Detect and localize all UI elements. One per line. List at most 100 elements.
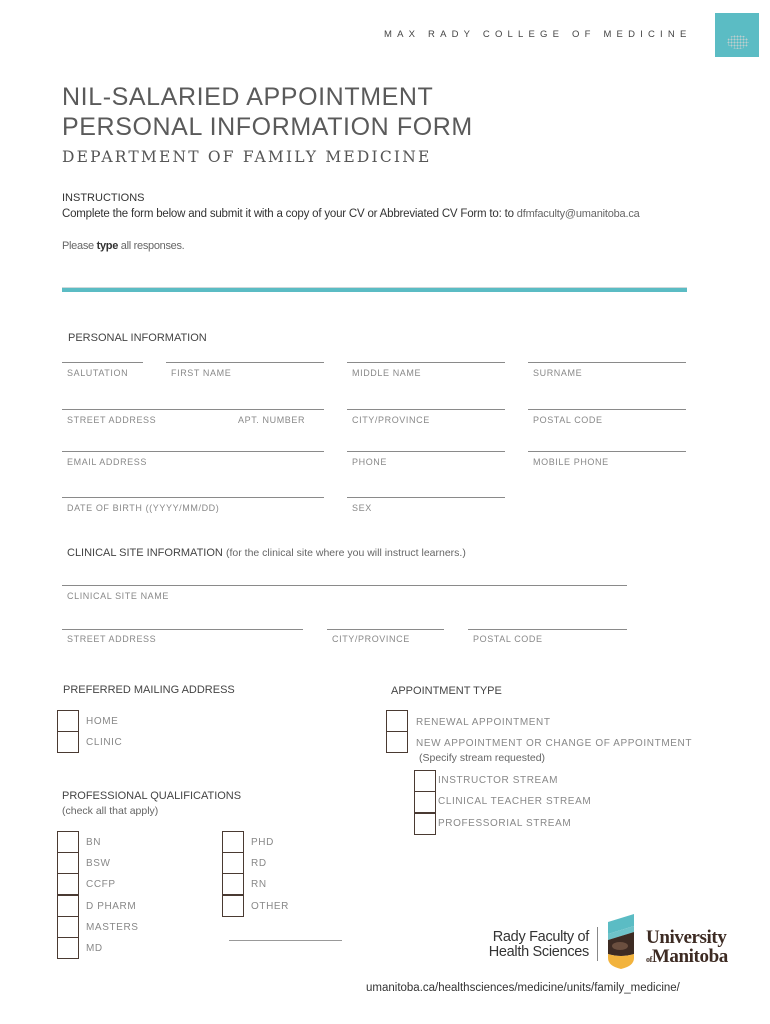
clinical-teacher-stream-label: CLINICAL TEACHER STREAM xyxy=(438,796,592,807)
bn-label: BN xyxy=(86,837,102,848)
qualifications-note: (check all that apply) xyxy=(62,805,159,817)
middle-name-field[interactable] xyxy=(347,362,505,363)
footer-url-link[interactable]: umanitoba.ca/healthsciences/medicine/uni… xyxy=(366,982,680,994)
clinic-checkbox[interactable] xyxy=(57,731,79,753)
postal-code-label: POSTAL CODE xyxy=(533,415,603,425)
appointment-type-heading: APPOINTMENT TYPE xyxy=(391,685,502,697)
d-pharm-label: D PHARM xyxy=(86,901,137,912)
bn-checkbox[interactable] xyxy=(57,831,79,853)
page-title: NIL-SALARIED APPOINTMENT PERSONAL INFORM… xyxy=(62,82,473,142)
personal-info-heading: PERSONAL INFORMATION xyxy=(68,332,207,344)
salutation-field[interactable] xyxy=(62,362,143,363)
clinic-street-address-field[interactable] xyxy=(62,629,303,630)
professorial-stream-checkbox[interactable] xyxy=(414,813,436,835)
ccfp-checkbox[interactable] xyxy=(57,873,79,895)
type-instruction: Please type all responses. xyxy=(62,240,185,252)
apt-number-label: APT. NUMBER xyxy=(238,415,306,425)
type-instruction-prefix: Please xyxy=(62,240,97,252)
email-field[interactable] xyxy=(62,451,324,452)
rn-label: RN xyxy=(251,879,267,890)
bsw-checkbox[interactable] xyxy=(57,852,79,874)
mobile-phone-field[interactable] xyxy=(528,451,686,452)
new-appointment-checkbox[interactable] xyxy=(386,731,408,753)
mobile-phone-label: MOBILE PHONE xyxy=(533,457,609,467)
rady-line-2: Health Sciences xyxy=(488,944,590,960)
new-appointment-label: NEW APPOINTMENT OR CHANGE OF APPOINTMENT xyxy=(416,738,693,749)
email-label: EMAIL ADDRESS xyxy=(67,457,147,467)
ccfp-label: CCFP xyxy=(86,879,116,890)
clinic-city-province-field[interactable] xyxy=(327,629,444,630)
other-specify-field[interactable] xyxy=(229,940,342,941)
clinic-postal-code-field[interactable] xyxy=(468,629,627,630)
logo-divider xyxy=(597,927,598,961)
first-name-field[interactable] xyxy=(166,362,324,363)
um-line-1: University xyxy=(646,927,727,948)
home-label: HOME xyxy=(86,716,119,727)
clinical-site-heading: CLINICAL SITE INFORMATION xyxy=(67,547,223,559)
type-instruction-emphasis: type xyxy=(96,240,119,252)
first-name-label: FIRST NAME xyxy=(171,368,232,378)
phone-label: PHONE xyxy=(352,457,388,467)
instructions-body: Complete the form below and submit it wi… xyxy=(62,208,640,220)
instructions-text: Complete the form below and submit it wi… xyxy=(62,208,517,220)
college-name: MAX RADY COLLEGE OF MEDICINE xyxy=(384,29,692,40)
bsw-label: BSW xyxy=(86,858,111,869)
type-instruction-suffix: all responses. xyxy=(118,240,185,252)
renewal-appointment-checkbox[interactable] xyxy=(386,710,408,732)
rady-line-1: Rady Faculty of xyxy=(492,929,590,945)
clinical-site-note: (for the clinical site where you will in… xyxy=(226,547,466,559)
salutation-label: SALUTATION xyxy=(67,368,129,378)
um-line-2: Manitoba xyxy=(651,946,728,967)
other-label: OTHER xyxy=(251,901,289,912)
rd-label: RD xyxy=(251,858,267,869)
renewal-appointment-label: RENEWAL APPOINTMENT xyxy=(416,717,551,728)
city-province-field[interactable] xyxy=(347,409,505,410)
title-line-1: NIL-SALARIED APPOINTMENT xyxy=(62,83,434,111)
masters-label: MASTERS xyxy=(86,922,139,933)
instructor-stream-label: INSTRUCTOR STREAM xyxy=(438,775,559,786)
surname-label: SURNAME xyxy=(533,368,583,378)
rd-checkbox[interactable] xyxy=(222,852,244,874)
rady-faculty-logo-text: Rady Faculty of Health Sciences xyxy=(482,929,590,960)
clinic-street-address-label: STREET ADDRESS xyxy=(67,634,157,644)
md-checkbox[interactable] xyxy=(57,937,79,959)
professorial-stream-label: PROFESSORIAL STREAM xyxy=(438,818,572,829)
street-address-label: STREET ADDRESS xyxy=(67,415,157,425)
d-pharm-checkbox[interactable] xyxy=(57,895,79,917)
surname-field[interactable] xyxy=(528,362,686,363)
clinical-teacher-stream-checkbox[interactable] xyxy=(414,791,436,813)
date-of-birth-field[interactable] xyxy=(62,497,324,498)
sex-field[interactable] xyxy=(347,497,505,498)
submission-email-link[interactable]: dfmfaculty@umanitoba.ca xyxy=(517,208,640,220)
specify-stream-note: (Specify stream requested) xyxy=(419,752,546,764)
instructions-heading: INSTRUCTIONS xyxy=(62,192,145,204)
mailing-address-heading: PREFERRED MAILING ADDRESS xyxy=(63,684,235,696)
phone-field[interactable] xyxy=(347,451,505,452)
clinical-site-name-label: CLINICAL SITE NAME xyxy=(67,591,169,601)
department-subtitle: DEPARTMENT OF FAMILY MEDICINE xyxy=(62,148,432,166)
masters-checkbox[interactable] xyxy=(57,916,79,938)
section-divider xyxy=(62,287,687,292)
qualifications-heading: PROFESSIONAL QUALIFICATIONS xyxy=(62,790,242,802)
phd-label: PHD xyxy=(251,837,274,848)
medicine-brand-tile-icon xyxy=(715,13,759,57)
street-address-field[interactable] xyxy=(62,409,324,410)
clinic-postal-code-label: POSTAL CODE xyxy=(473,634,543,644)
clinic-label: CLINIC xyxy=(86,737,123,748)
instructor-stream-checkbox[interactable] xyxy=(414,770,436,792)
clinical-site-name-field[interactable] xyxy=(62,585,627,586)
home-checkbox[interactable] xyxy=(57,710,79,732)
phd-checkbox[interactable] xyxy=(222,831,244,853)
university-of-manitoba-logo-text: University ofManitoba xyxy=(646,928,728,969)
sex-label: SEX xyxy=(352,503,372,513)
md-label: MD xyxy=(86,943,103,954)
clinic-city-province-label: CITY/PROVINCE xyxy=(332,634,410,644)
date-of-birth-label: DATE OF BIRTH ((YYYY/MM/DD) xyxy=(67,503,220,513)
middle-name-label: MIDDLE NAME xyxy=(352,368,422,378)
rn-checkbox[interactable] xyxy=(222,873,244,895)
title-line-2: PERSONAL INFORMATION FORM xyxy=(62,113,473,141)
postal-code-field[interactable] xyxy=(528,409,686,410)
university-crest-icon xyxy=(608,914,634,969)
other-checkbox[interactable] xyxy=(222,895,244,917)
city-province-label: CITY/PROVINCE xyxy=(352,415,430,425)
